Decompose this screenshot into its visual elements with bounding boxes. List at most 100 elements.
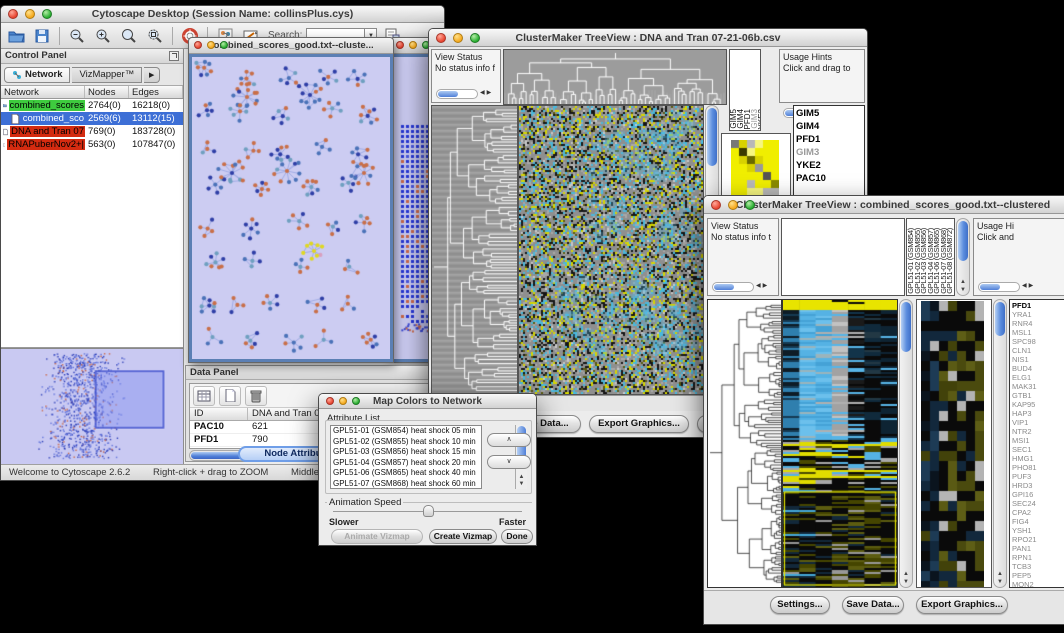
zoom-out-button[interactable] — [66, 26, 88, 46]
col-nodes[interactable]: Nodes — [85, 86, 129, 98]
gene-label[interactable]: PEP5 — [1012, 571, 1064, 580]
close-icon[interactable] — [8, 9, 18, 19]
main-titlebar[interactable]: Cytoscape Desktop (Session Name: collins… — [1, 6, 444, 23]
close-icon[interactable] — [194, 41, 202, 49]
gene-label[interactable]: VIP1 — [1012, 418, 1064, 427]
export-graphics-button[interactable]: Export Graphics... — [916, 596, 1008, 614]
minimize-icon[interactable] — [728, 200, 738, 210]
panel-hscrollbar[interactable]: ◀▶ — [712, 281, 767, 292]
gene-label[interactable]: GIM5 — [796, 107, 862, 120]
gene-label[interactable]: BUD4 — [1012, 364, 1064, 373]
table-row[interactable]: DNA and Tran 07 769(0) 183728(0) — [1, 125, 183, 138]
scroll-left-icon[interactable]: ◀ — [480, 88, 485, 99]
treeview1-titlebar[interactable]: ClusterMaker TreeView : DNA and Tran 07-… — [429, 29, 867, 47]
settings-button[interactable]: Settings... — [770, 596, 830, 614]
table-row[interactable]: combined_scores 2764(0) 16218(0) — [1, 99, 183, 112]
tab-vizmapper[interactable]: VizMapper™ — [72, 67, 142, 83]
col-network[interactable]: Network — [1, 86, 85, 98]
gene-label[interactable]: SEC1 — [1012, 445, 1064, 454]
close-icon[interactable] — [711, 200, 721, 210]
gene-label[interactable]: GPI16 — [1012, 490, 1064, 499]
gene-label[interactable]: ELG1 — [1012, 373, 1064, 382]
close-icon[interactable] — [326, 397, 334, 405]
column-dendrogram[interactable] — [503, 49, 727, 105]
scroll-right-icon[interactable]: ▶ — [763, 281, 768, 292]
zoom-in-button[interactable] — [92, 26, 114, 46]
gene-label[interactable]: NIS1 — [1012, 355, 1064, 364]
label-vscrollbar[interactable]: ▲ ▼ — [956, 218, 970, 296]
scroll-down-icon[interactable]: ▼ — [957, 287, 969, 294]
zoom-selected-button[interactable] — [144, 26, 166, 46]
minimize-icon[interactable] — [339, 397, 347, 405]
scroll-up-icon[interactable]: ▲ — [516, 474, 527, 481]
gene-label[interactable]: MSI1 — [1012, 436, 1064, 445]
gene-label[interactable]: SPC98 — [1012, 337, 1064, 346]
table-row-selected[interactable]: combined_sco 2569(6) 13112(15) — [1, 112, 183, 125]
gene-label[interactable]: CLN1 — [1012, 346, 1064, 355]
col-edges[interactable]: Edges — [129, 86, 183, 98]
gene-label[interactable]: CPA2 — [1012, 508, 1064, 517]
gene-label[interactable]: YKE2 — [796, 159, 862, 172]
move-down-button[interactable]: ∨ — [487, 455, 531, 469]
gene-label[interactable]: GIM4 — [796, 120, 862, 133]
minimize-icon[interactable] — [453, 33, 463, 43]
zoom-window-icon[interactable] — [470, 33, 480, 43]
gene-label[interactable]: PHO81 — [1012, 463, 1064, 472]
move-up-button[interactable]: ∧ — [487, 433, 531, 447]
animate-vizmap-button[interactable]: Animate Vizmap — [331, 529, 423, 544]
attribute-item[interactable]: GPL51-03 (GSM856) heat shock 15 min — [331, 447, 481, 458]
minimize-icon[interactable] — [207, 41, 215, 49]
panel-hscrollbar[interactable]: ◀▶ — [436, 88, 491, 99]
save-button[interactable] — [31, 26, 53, 46]
attribute-listbox[interactable]: GPL51-01 (GSM854) heat shock 05 minGPL51… — [330, 425, 482, 489]
gene-label[interactable]: PFD1 — [796, 133, 862, 146]
tab-network[interactable]: Network — [4, 67, 70, 83]
scroll-up-icon[interactable]: ▲ — [900, 571, 912, 578]
attribute-item[interactable]: GPL51-01 (GSM854) heat shock 05 min — [331, 426, 481, 437]
open-file-button[interactable] — [5, 26, 27, 46]
gene-label[interactable]: RPO21 — [1012, 535, 1064, 544]
zoom-window-icon[interactable] — [745, 200, 755, 210]
gene-label[interactable]: FIG4 — [1012, 517, 1064, 526]
gene-label[interactable]: SEC24 — [1012, 499, 1064, 508]
zoom-window-icon[interactable] — [220, 41, 228, 49]
gene-label[interactable]: NTR2 — [1012, 427, 1064, 436]
dialog-titlebar[interactable]: Map Colors to Network — [319, 394, 536, 409]
create-vizmap-button[interactable]: Create Vizmap — [429, 529, 497, 544]
gene-label[interactable]: KAP95 — [1012, 400, 1064, 409]
network-titlebar[interactable]: combined_scores_good.txt--cluste... — [189, 38, 393, 54]
scroll-left-icon[interactable]: ◀ — [1022, 281, 1027, 292]
heatmap-main[interactable] — [782, 299, 898, 588]
scroll-up-icon[interactable]: ▲ — [957, 279, 969, 286]
minimize-icon[interactable] — [409, 41, 417, 49]
attribute-item[interactable]: GPL51-04 (GSM857) heat shock 20 min — [331, 458, 481, 469]
save-data-button[interactable]: Save Data... — [842, 596, 904, 614]
gene-label[interactable]: RPN1 — [1012, 553, 1064, 562]
delete-attribute-button[interactable] — [245, 386, 267, 406]
tab-overflow-arrow[interactable]: ▶ — [144, 67, 160, 83]
scroll-up-icon[interactable]: ▲ — [994, 571, 1006, 578]
attribute-item[interactable]: GPL51-07 (GSM868) heat shock 60 min — [331, 479, 481, 490]
gene-label[interactable]: GTB1 — [1012, 391, 1064, 400]
network-canvas-area[interactable] — [189, 54, 393, 362]
gene-name-list[interactable]: PFD1YRA1RNR4MSL1SPC98CLN1NIS1BUD4ELG1MAK… — [1009, 299, 1064, 588]
close-icon[interactable] — [396, 41, 404, 49]
gene-label[interactable]: PFD1 — [1012, 301, 1064, 310]
panel-hscrollbar[interactable]: ◀▶ — [978, 281, 1033, 292]
gene-label[interactable]: MAK31 — [1012, 382, 1064, 391]
gene-label[interactable]: HRD3 — [1012, 481, 1064, 490]
network-overview-thumbnail[interactable] — [1, 348, 183, 464]
gene-dendrogram[interactable] — [431, 105, 518, 395]
scroll-right-icon[interactable]: ▶ — [487, 88, 492, 99]
new-attribute-button[interactable] — [219, 386, 241, 406]
gene-label[interactable]: TCB3 — [1012, 562, 1064, 571]
done-button[interactable]: Done — [501, 529, 533, 544]
col-id[interactable]: ID — [190, 408, 248, 420]
attribute-item[interactable]: GPL51-06 (GSM865) heat shock 40 min — [331, 468, 481, 479]
scroll-left-icon[interactable]: ◀ — [756, 281, 761, 292]
scroll-down-icon[interactable]: ▼ — [994, 579, 1006, 586]
float-panel-icon[interactable] — [169, 51, 179, 61]
gene-label[interactable]: HMG1 — [1012, 454, 1064, 463]
gene-label[interactable]: YSH1 — [1012, 526, 1064, 535]
attribute-item[interactable]: GPL51-02 (GSM855) heat shock 10 min — [331, 437, 481, 448]
